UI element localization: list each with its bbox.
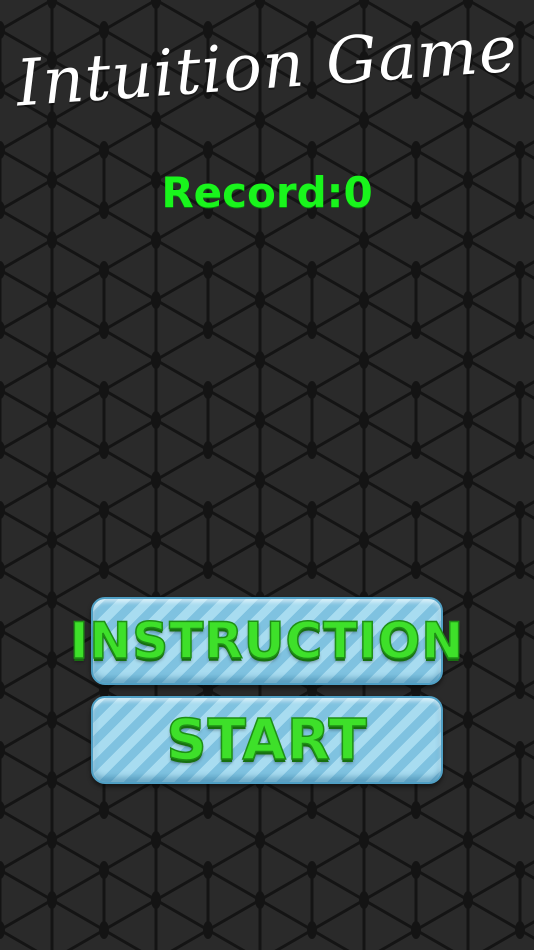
background-pattern	[0, 0, 534, 950]
record-score: Record:0	[161, 168, 373, 217]
instruction-button[interactable]: INSTRUCTION	[69, 597, 464, 685]
start-button-label: START	[166, 707, 368, 774]
instruction-button-label: INSTRUCTION	[69, 611, 465, 671]
start-button[interactable]: START	[91, 696, 443, 784]
